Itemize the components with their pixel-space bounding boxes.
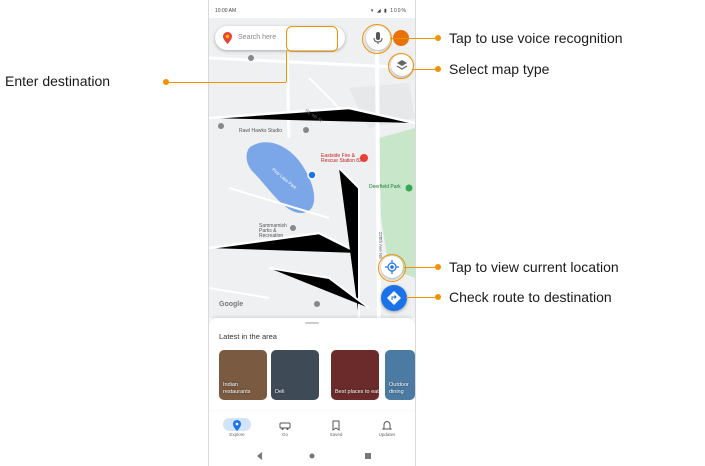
location-leader-dot: [435, 264, 441, 270]
poi-rawhawks[interactable]: Rawl Hawks Studio: [239, 128, 282, 134]
system-nav-bar: [209, 446, 415, 466]
home-icon: [309, 453, 315, 459]
card-best-places[interactable]: Best places to eat: [331, 350, 379, 400]
nav-label: Saved: [329, 432, 343, 437]
card-indian-restaurants[interactable]: Indian restaurants: [219, 350, 267, 400]
card-label: Best places to eat: [335, 388, 379, 395]
card-deli[interactable]: Deli: [271, 350, 319, 400]
status-time: 10:00 AM: [215, 8, 237, 14]
explore-sheet[interactable]: Latest in the area Indian restaurants De…: [209, 318, 415, 410]
nav-go[interactable]: Go: [265, 416, 305, 444]
route-leader-line: [406, 297, 438, 298]
voice-leader-dot: [435, 35, 441, 41]
card-label: Deli: [275, 388, 285, 395]
callout-route: Check route to destination: [449, 289, 612, 305]
callout-current-location: Tap to view current location: [449, 259, 619, 275]
google-attribution: Google: [219, 301, 244, 308]
nav-explore[interactable]: Explore: [217, 416, 257, 444]
card-label: Indian restaurants: [223, 382, 251, 395]
nav-label: Updates: [378, 432, 396, 437]
route-leader-dot: [435, 294, 441, 300]
recents-icon: [365, 453, 371, 459]
poi-deerfield[interactable]: Deerfield Park: [369, 184, 401, 190]
car-icon: [279, 422, 291, 430]
card-outdoor-dining[interactable]: Outdoor dining: [385, 350, 415, 400]
nav-updates[interactable]: Updates: [367, 416, 407, 444]
system-nav-icons: [257, 452, 371, 460]
my-location-dot: [307, 170, 317, 180]
location-leader-line: [404, 267, 438, 268]
callout-map-type: Select map type: [449, 61, 550, 77]
search-highlight-ring: [286, 26, 338, 52]
poi-fire-station[interactable]: Eastside Fire & Rescue Station 82: [321, 154, 371, 164]
destination-leader-vline: [286, 50, 287, 82]
back-icon: [257, 452, 262, 460]
voice-leader-line: [390, 38, 438, 39]
directions-button[interactable]: [381, 285, 407, 311]
status-bar: 10:00 AM ▾ ◢ ▮ 100%: [209, 0, 415, 18]
callout-voice: Tap to use voice recognition: [449, 30, 623, 46]
card-label: Outdoor dining: [389, 382, 409, 395]
search-input[interactable]: Search here: [238, 34, 276, 41]
bell-icon: [381, 420, 393, 430]
phone-screen: 10:00 AM ▾ ◢ ▮ 100% Rawl Hawks Studio Ea…: [208, 0, 416, 466]
bottom-nav: Explore Go Saved Updates: [209, 412, 415, 446]
directions-icon: [387, 291, 401, 305]
poi-parks[interactable]: Sammamish Parks & Recreation: [259, 224, 299, 239]
location-highlight-ring: [378, 254, 406, 282]
nav-label: Go: [281, 432, 288, 437]
map-pin-icon: [233, 420, 241, 431]
park-marker: [405, 184, 413, 192]
maptype-highlight-ring: [388, 53, 414, 79]
maps-logo-icon: [223, 32, 232, 44]
nav-saved[interactable]: Saved: [316, 416, 356, 444]
status-icons: ▾ ◢ ▮ 100%: [370, 8, 407, 14]
destination-leader-line: [168, 82, 286, 83]
nav-label: Explore: [229, 432, 245, 437]
maptype-leader-dot: [435, 66, 441, 72]
sheet-handle[interactable]: [305, 322, 319, 324]
sheet-title: Latest in the area: [219, 332, 277, 341]
battery-level: 100%: [390, 8, 407, 14]
callout-destination: Enter destination: [5, 73, 111, 89]
voice-highlight-ring: [362, 24, 392, 54]
bookmark-icon: [332, 420, 340, 431]
